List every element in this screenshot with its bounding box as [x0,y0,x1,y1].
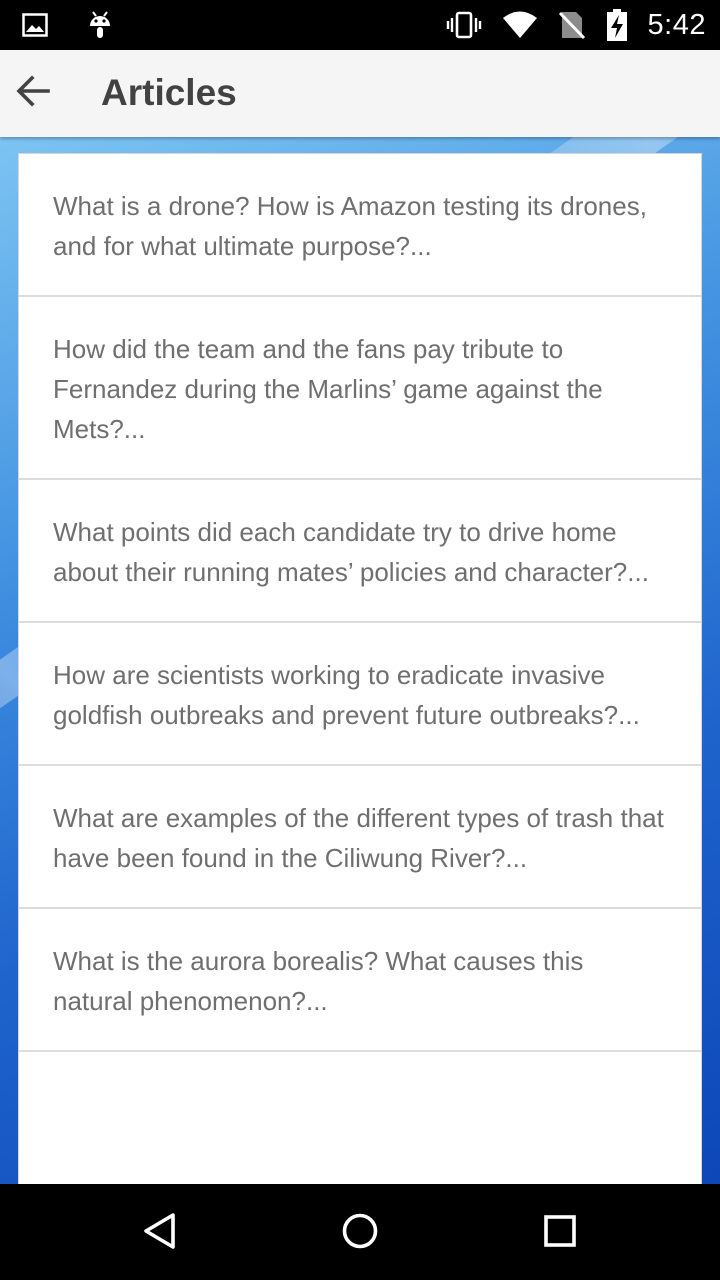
vibrate-icon [446,11,482,39]
article-item[interactable]: How are scientists working to eradicate … [19,623,701,766]
article-item[interactable]: What points did each candidate try to dr… [19,480,701,623]
wifi-icon [502,11,538,39]
article-item[interactable]: What is a drone? How is Amazon testing i… [19,154,701,297]
back-triangle-icon [140,1211,180,1256]
image-icon [22,13,48,37]
article-question: What is a drone? How is Amazon testing i… [53,191,647,261]
battery-charging-icon [606,9,628,41]
status-time: 5:42 [647,8,706,41]
app-bar: Articles [0,50,720,137]
nav-recents-button[interactable] [535,1208,585,1258]
article-list: What is a drone? How is Amazon testing i… [18,153,702,1184]
recents-square-icon [540,1211,580,1256]
navigation-bar [0,1184,720,1280]
article-item[interactable]: What are examples of the different types… [19,766,701,909]
article-item[interactable]: How did the team and the fans pay tribut… [19,297,701,480]
article-question: How did the team and the fans pay tribut… [53,334,603,444]
arrow-back-icon [15,73,51,114]
page-title: Articles [101,72,237,113]
article-item[interactable] [19,1052,701,1184]
android-icon [88,10,112,40]
nav-back-button[interactable] [135,1208,185,1258]
home-circle-icon [340,1211,380,1256]
article-question: What are examples of the different types… [53,803,664,873]
article-item[interactable]: What is the aurora borealis? What causes… [19,909,701,1052]
content-area[interactable]: What is a drone? How is Amazon testing i… [0,137,720,1184]
status-bar: 5:42 [0,0,720,50]
article-question: What is the aurora borealis? What causes… [53,946,584,1016]
article-question: How are scientists working to eradicate … [53,660,640,730]
nav-home-button[interactable] [335,1208,385,1258]
back-button[interactable] [8,68,58,118]
article-question: What points did each candidate try to dr… [53,517,649,587]
no-sim-icon [558,10,586,40]
